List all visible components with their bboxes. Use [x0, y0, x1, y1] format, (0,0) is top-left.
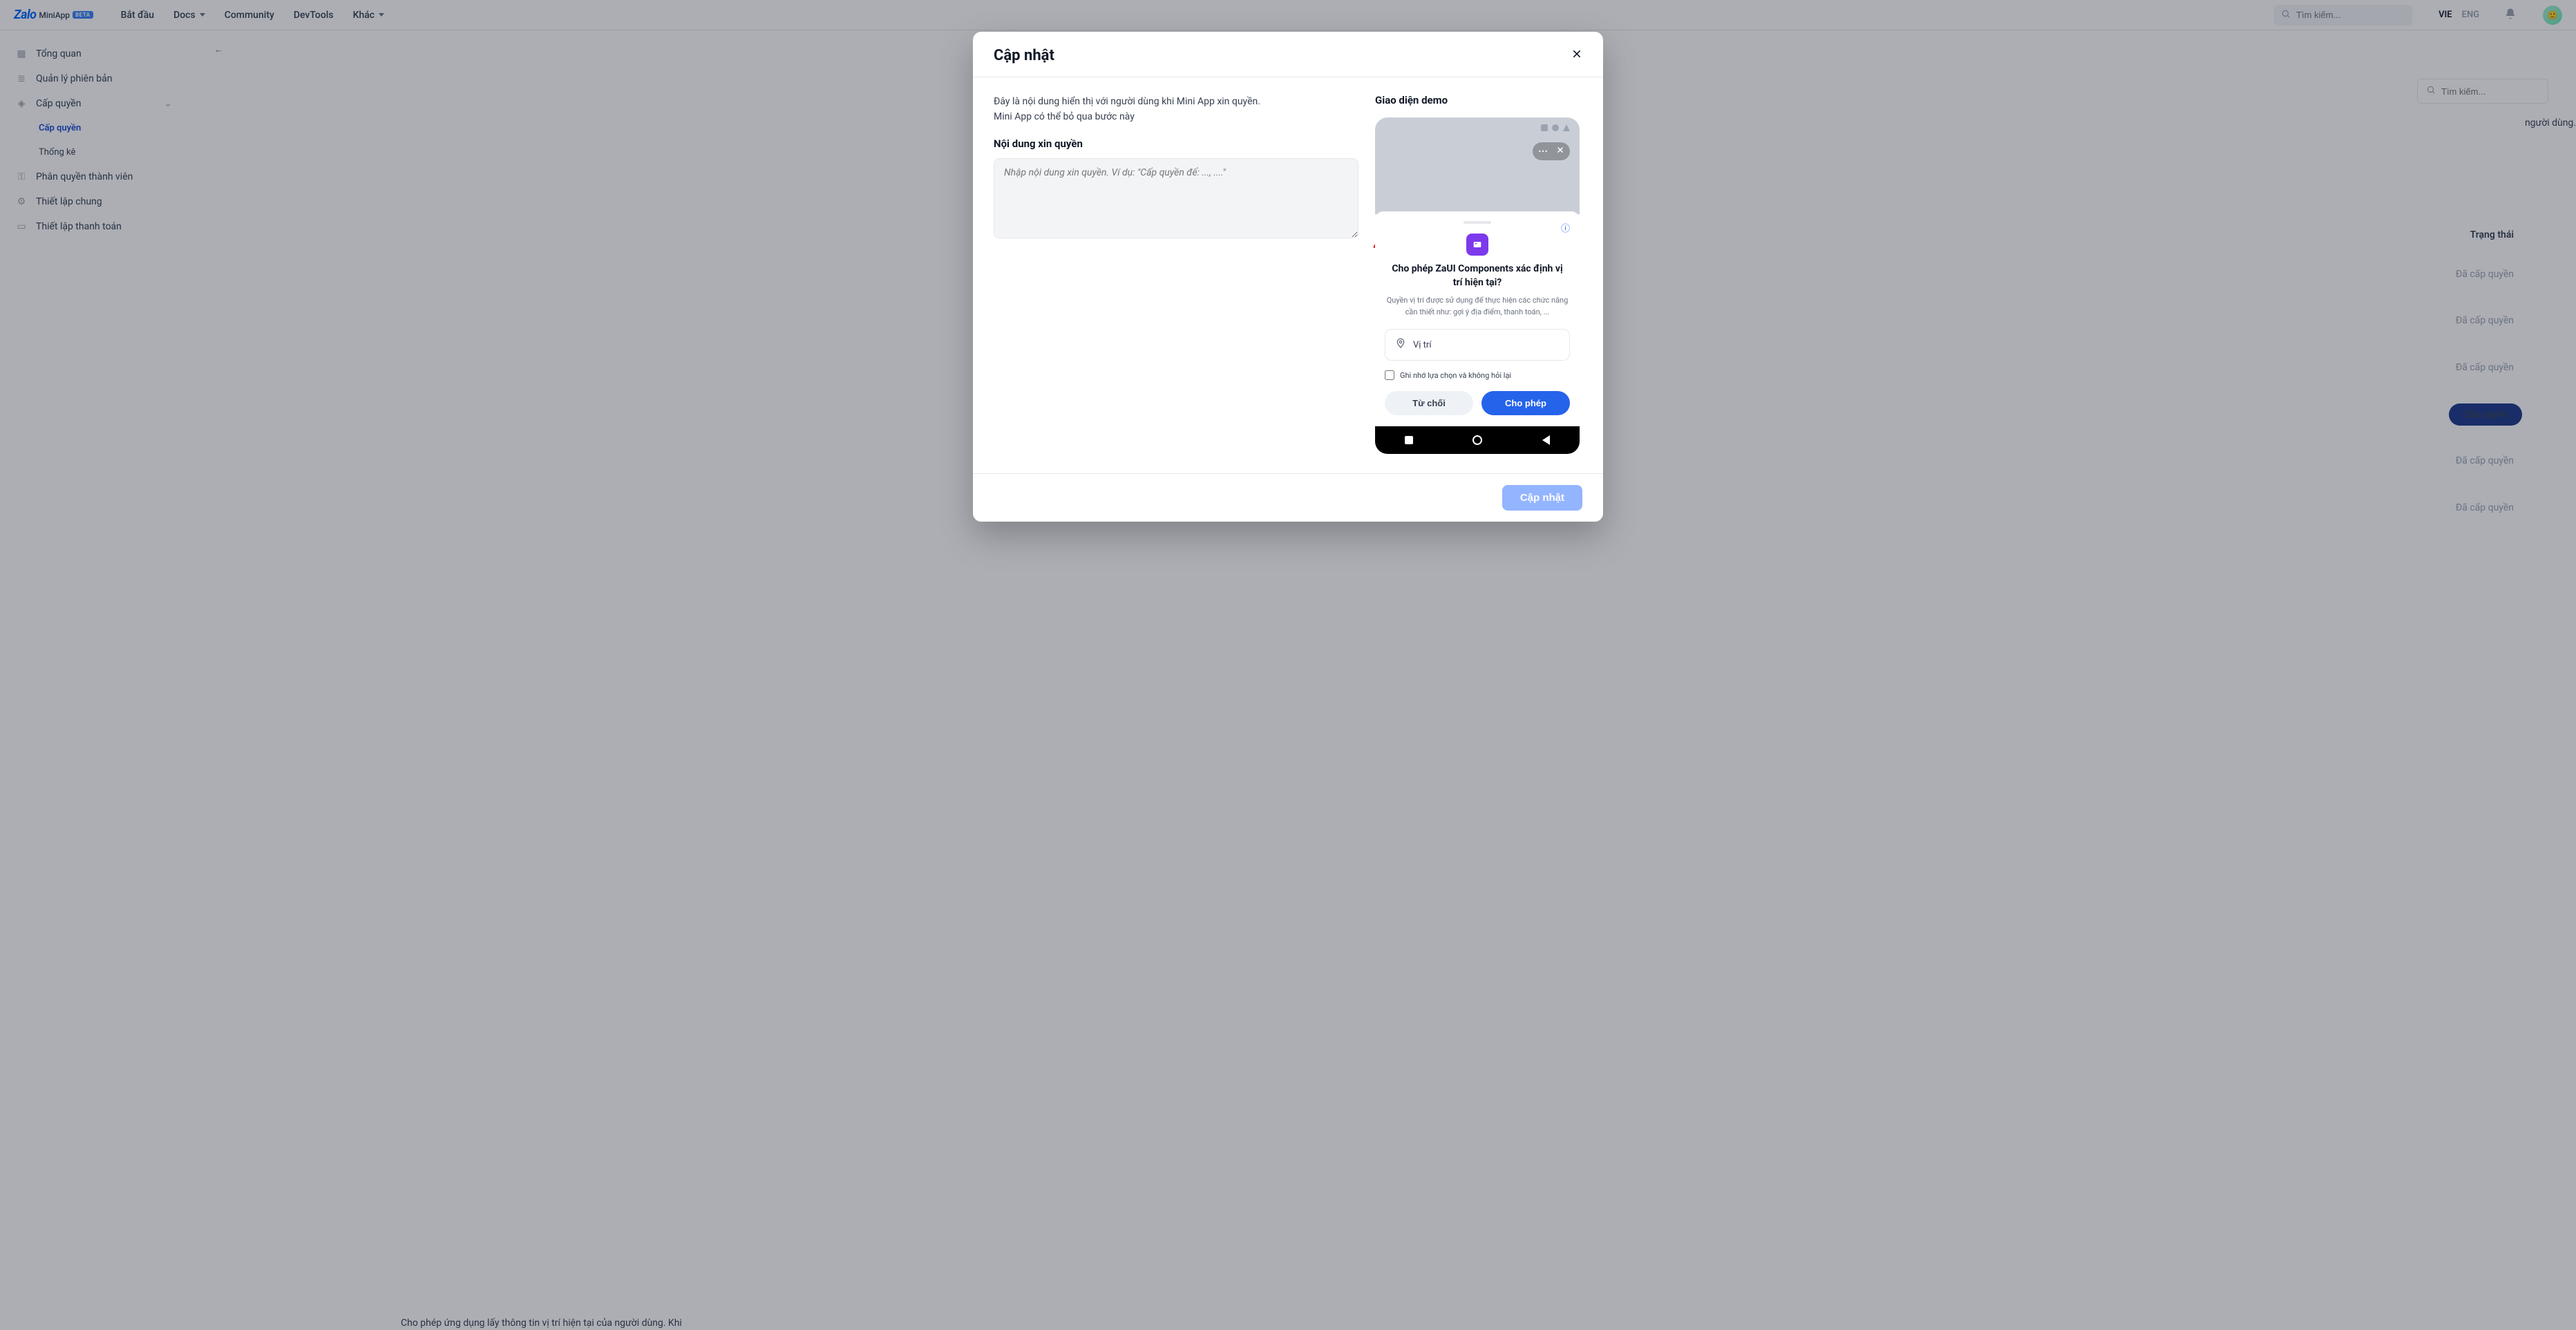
permission-content-label: Nội dung xin quyền — [994, 137, 1358, 150]
modal-desc-line2: Mini App có thể bỏ qua bước này — [994, 109, 1358, 124]
deny-button[interactable]: Từ chối — [1385, 391, 1473, 415]
phone-system-nav — [1375, 426, 1580, 454]
submit-update-button[interactable]: Cập nhật — [1502, 485, 1582, 511]
modal-description: Đây là nội dung hiển thị với người dùng … — [994, 94, 1358, 125]
permission-item-location: Vị trí — [1385, 329, 1570, 361]
sheet-title: Cho phép ZaUI Components xác định vị trí… — [1385, 263, 1570, 289]
permission-item-label: Vị trí — [1413, 340, 1432, 350]
phone-status-icons — [1541, 124, 1570, 131]
modal-demo-area: Giao diện demo ⋯ — [1375, 94, 1582, 454]
status-circle-icon — [1552, 124, 1559, 131]
modal-title: Cập nhật — [994, 47, 1054, 64]
close-icon — [1571, 48, 1582, 63]
modal-form-area: Đây là nội dung hiển thị với người dùng … — [994, 94, 1358, 454]
modal-desc-line1: Đây là nội dung hiển thị với người dùng … — [994, 96, 1260, 107]
remember-choice-checkbox[interactable] — [1385, 370, 1394, 380]
close-icon[interactable] — [1556, 146, 1564, 157]
close-button[interactable] — [1571, 48, 1582, 63]
phone-app-background: ⋯ — [1375, 117, 1580, 214]
demo-ui-label: Giao diện demo — [1375, 94, 1582, 106]
info-icon[interactable]: ⓘ — [1561, 221, 1570, 234]
sheet-subtitle: Quyền vị trí được sử dụng để thực hiện c… — [1385, 295, 1570, 318]
location-icon — [1395, 338, 1406, 352]
phone-preview: ⋯ ⓘ Cho phép ZaUI Components xác định v — [1375, 117, 1580, 454]
more-icon[interactable]: ⋯ — [1538, 146, 1549, 157]
back-icon[interactable] — [1542, 435, 1550, 445]
remember-choice-row[interactable]: Ghi nhớ lựa chọn và không hỏi lại — [1385, 370, 1570, 380]
app-icon — [1466, 234, 1488, 256]
permission-sheet: ⓘ Cho phép ZaUI Components xác định vị t… — [1375, 211, 1580, 426]
miniapp-header-actions: ⋯ — [1533, 142, 1570, 160]
status-signal-icon — [1541, 124, 1548, 131]
permission-content-textarea[interactable] — [994, 158, 1358, 238]
recent-apps-icon[interactable] — [1405, 436, 1413, 444]
remember-choice-label: Ghi nhớ lựa chọn và không hỏi lại — [1400, 371, 1511, 380]
home-icon[interactable] — [1472, 435, 1482, 445]
modal-overlay: Cập nhật Đây là nội dung hiển thị với ng… — [0, 0, 2576, 1330]
update-modal: Cập nhật Đây là nội dung hiển thị với ng… — [973, 32, 1603, 522]
sheet-handle[interactable] — [1464, 221, 1491, 224]
status-wifi-icon — [1563, 124, 1570, 131]
allow-button[interactable]: Cho phép — [1481, 391, 1570, 415]
